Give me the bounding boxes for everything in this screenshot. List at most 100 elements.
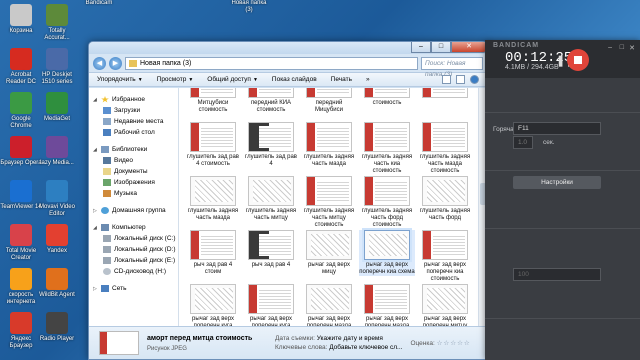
desktop-shortcut[interactable]: Yandex — [36, 224, 78, 255]
share-menu[interactable]: Общий доступ ▼ — [207, 76, 258, 83]
back-button[interactable]: ◀ — [93, 56, 106, 70]
nav-desktop[interactable]: Рабочий стол — [89, 127, 178, 138]
file-tile[interactable]: рыч зад рав 4 стоим — [185, 230, 241, 276]
file-tile[interactable]: глушитель задняя часть мазда — [301, 122, 357, 168]
file-tile[interactable]: рычаг зад верх поперечн куга стоимость — [243, 284, 299, 326]
file-tile[interactable]: рычаг зад верх поперечн киа стоимость — [417, 230, 473, 283]
desktop-shortcut[interactable]: HP Deskjet 1510 series — [36, 48, 78, 86]
desktop-shortcut[interactable]: lazy Media... — [36, 136, 78, 167]
desktop-shortcut[interactable]: Новая папка (3) — [228, 0, 270, 14]
desktop-shortcut[interactable]: MediaGet — [36, 92, 78, 123]
slideshow-button[interactable]: Показ слайдов — [272, 76, 317, 83]
nav-recent-places[interactable]: Недавние места — [89, 116, 178, 127]
recorder-settings-panel: Горячая клавиша F11 1.0 сек. Настройки 1… — [485, 78, 640, 360]
nav-images[interactable]: Изображения — [89, 177, 178, 188]
computer-icon — [101, 224, 109, 231]
settings-button[interactable]: Настройки — [513, 176, 601, 189]
nav-video[interactable]: Видео — [89, 155, 178, 166]
close-button[interactable]: ✕ — [451, 42, 487, 53]
nav-downloads[interactable]: Загрузки — [89, 105, 178, 116]
rating-stars[interactable]: ☆☆☆☆☆ — [437, 340, 471, 347]
nav-computer[interactable]: ◢ Компьютер — [89, 222, 178, 233]
library-icon — [101, 146, 109, 153]
file-tile[interactable]: рычаг зад верх поперечн митцу схема — [417, 284, 473, 326]
star-icon — [101, 96, 109, 103]
extra-field[interactable]: 100 — [513, 268, 601, 281]
print-button[interactable]: Печать — [331, 76, 352, 83]
file-tile[interactable]: рыч зад рав 4 — [243, 230, 299, 269]
file-tile[interactable]: глушитель задняя часть митцу — [243, 176, 299, 222]
explorer-titlebar[interactable]: – □ ✕ — [89, 42, 487, 54]
nav-documents[interactable]: Документы — [89, 166, 178, 177]
shortcut-icon — [46, 136, 68, 158]
desktop-shortcut[interactable]: Movavi Video Editor — [36, 180, 78, 218]
address-input[interactable]: Новая папка (3) — [125, 56, 418, 70]
file-label: передний Мицубиси — [315, 100, 343, 113]
shortcut-label: lazy Media... — [40, 160, 74, 166]
file-tile[interactable]: глушитель задняя часть мазда — [185, 176, 241, 222]
file-thumbnail — [306, 122, 352, 152]
file-tile[interactable]: передний Мицубиси — [301, 88, 357, 114]
file-tile[interactable]: рычаг зад верх поперечн киа схема — [359, 230, 415, 276]
details-file-type: Рисунок JPEG — [147, 345, 187, 352]
desktop-shortcut[interactable]: Totally Accurat... — [36, 4, 78, 42]
nav-favorites[interactable]: ◢ Избранное — [89, 94, 178, 105]
view-options-icon[interactable] — [442, 75, 451, 84]
address-bar-row: ◀ ▶ Новая папка (3) Поиск: Новая папка (… — [89, 54, 487, 78]
file-tile[interactable] — [417, 88, 473, 100]
more-commands-button[interactable]: » — [366, 76, 370, 83]
drive-icon — [103, 246, 111, 253]
recorder-close-icon[interactable]: ✕ — [629, 44, 635, 52]
file-thumbnail — [306, 230, 352, 260]
nav-homegroup[interactable]: ▷ Домашняя группа — [89, 205, 178, 216]
file-label: Митцубиси стоимость — [197, 100, 229, 113]
music-icon — [103, 190, 111, 197]
file-tile[interactable]: Митцубиси стоимость — [185, 88, 241, 114]
recorder-minimize-icon[interactable]: – — [608, 44, 612, 51]
search-input[interactable]: Поиск: Новая папка (3) — [421, 56, 483, 78]
delay-field[interactable]: 1.0 — [513, 136, 533, 149]
recorder-brand: BANDICAM — [493, 42, 540, 49]
shortcut-icon — [10, 312, 32, 334]
nav-music[interactable]: Музыка — [89, 188, 178, 199]
file-tile[interactable]: рычаг зад верх поперечн мазда — [301, 284, 357, 326]
file-tile[interactable]: стоимость — [359, 88, 415, 107]
recorder-maximize-icon[interactable]: □ — [620, 44, 624, 51]
hotkey-field[interactable]: F11 — [513, 122, 601, 135]
file-tile[interactable]: глушитель задняя часть мазда стоимость — [417, 122, 473, 175]
file-tile[interactable]: глушитель задняя часть форд — [417, 176, 473, 222]
preview-pane-icon[interactable] — [456, 75, 465, 84]
file-tile[interactable]: глушитель задняя часть форд стоимость — [359, 176, 415, 229]
shortcut-icon — [10, 224, 32, 246]
file-tile[interactable]: глушитель задняя часть митцу стоимость — [301, 176, 357, 229]
nav-drive-d[interactable]: Локальный диск (D:) — [89, 244, 178, 255]
date-taken-value[interactable]: Укажите дату и время — [317, 335, 383, 342]
file-thumbnail — [190, 284, 236, 314]
maximize-button[interactable]: □ — [431, 42, 451, 53]
nav-network[interactable]: ▷ Сеть — [89, 283, 178, 294]
file-tile[interactable]: рычаг зад верх поперечн куга — [185, 284, 241, 326]
nav-drive-e[interactable]: Локальный диск (E:) — [89, 255, 178, 266]
help-icon[interactable] — [470, 75, 479, 84]
file-tile[interactable]: рычаг зад верх мицу — [301, 230, 357, 276]
rating-label: Оценка: — [410, 340, 435, 347]
desktop-shortcut[interactable]: Radio Player — [36, 312, 78, 343]
file-tile[interactable]: глушитель задняя часть киа стоимость — [359, 122, 415, 175]
desktop-shortcut[interactable]: Bandicam — [78, 0, 120, 7]
nav-cd-drive[interactable]: CD-дисковод (H:) — [89, 266, 178, 277]
preview-menu[interactable]: Просмотр ▼ — [157, 76, 194, 83]
forward-button[interactable]: ▶ — [109, 56, 122, 70]
file-tile[interactable]: передний КИА стоимость — [243, 88, 299, 114]
stop-record-button[interactable] — [567, 49, 589, 71]
shortcut-icon — [46, 92, 68, 114]
file-tile[interactable]: рычаг зад верх поперечн мазда стоимость — [359, 284, 415, 326]
nav-drive-c[interactable]: Локальный диск (C:) — [89, 233, 178, 244]
tags-value[interactable]: Добавьте ключевое сл... — [329, 344, 402, 351]
minimize-button[interactable]: – — [411, 42, 431, 53]
nav-libraries[interactable]: ◢ Библиотеки — [89, 144, 178, 155]
file-thumbnail — [190, 122, 236, 152]
organize-menu[interactable]: Упорядочить ▼ — [97, 76, 143, 83]
desktop-shortcut[interactable]: WildBit Agent — [36, 268, 78, 299]
file-tile[interactable]: глушитель зад рав 4 стоимость — [185, 122, 241, 168]
file-tile[interactable]: глушитель зад рав 4 — [243, 122, 299, 168]
